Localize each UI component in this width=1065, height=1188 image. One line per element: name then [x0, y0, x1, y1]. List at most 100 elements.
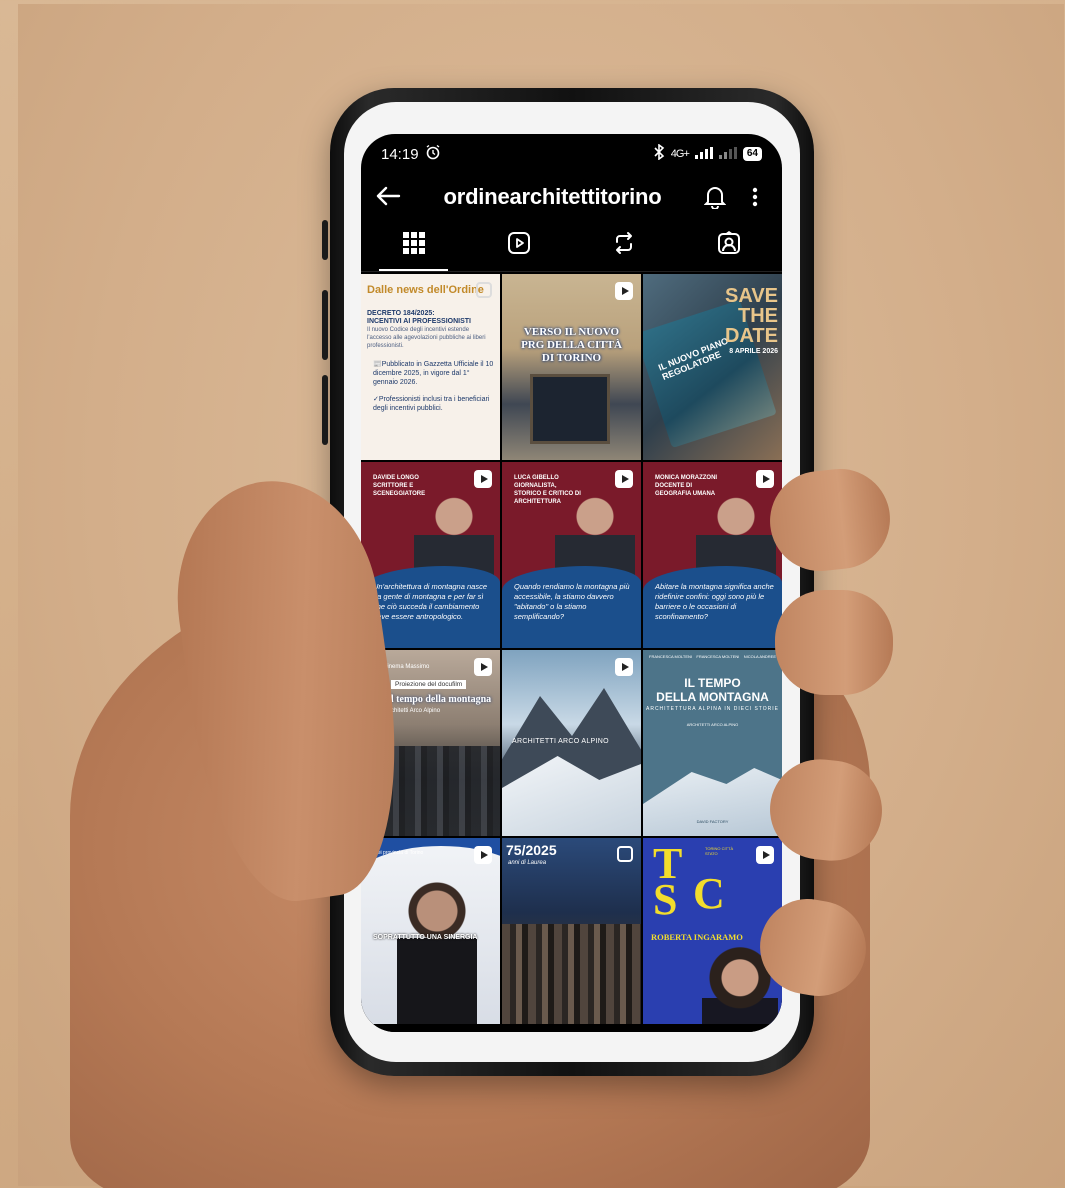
post-tile[interactable]: dei provincia di Torino SOPRATTUTTO UNA … [361, 838, 500, 1024]
venue-label: Cinema Massimo [383, 664, 430, 670]
film-subtitle: Architetti Arco Alpino [385, 708, 441, 714]
battery-indicator: 64 [742, 147, 762, 161]
speaker-name: Monica Morazzoni Docente di Geografia Um… [655, 474, 725, 498]
save-the-date: SAVE THE DATE [725, 286, 778, 346]
tagged-icon [717, 231, 741, 260]
tab-reels[interactable] [466, 220, 571, 271]
event-tag: Proiezione del docufilm [391, 680, 467, 689]
post-heading: Incentivi ai professionisti [367, 318, 471, 325]
status-bar: 14:19 4G+ 64 [361, 134, 782, 174]
credit-left: FRANCESCA MOLTENI [649, 654, 693, 659]
post-tile[interactable]: VERSO IL NUOVO PRG DELLA CITTÀ DI TORINO [502, 274, 641, 460]
credit-right: NICOLA ANDREE [743, 654, 776, 659]
poster-credits: FRANCESCA MOLTENI FRANCESCA MOLTENI NICO… [649, 654, 776, 659]
big-word: SAVE [725, 285, 778, 307]
repost-icon [612, 231, 636, 260]
reel-play-icon [615, 470, 633, 488]
alarm-icon [425, 144, 441, 164]
tab-reposts[interactable] [572, 220, 677, 271]
speaker-name: Davide Longo Scrittore e sceneggiatore [373, 474, 443, 498]
reel-play-icon [474, 470, 492, 488]
speaker-quote: Un'architettura di montagna nasce da gen… [373, 582, 487, 621]
more-vertical-icon[interactable] [742, 187, 768, 207]
post-item: ✓Professionisti inclusi tra i beneficiar… [373, 396, 490, 412]
post-top-text: dei provincia di Torino [375, 850, 424, 856]
logo-letters: T S [653, 842, 682, 922]
profile-tabs [361, 220, 782, 272]
anniversary-text: anni di Laurea [508, 860, 547, 866]
post-tile[interactable]: FRANCESCA MOLTENI FRANCESCA MOLTENI NICO… [643, 650, 782, 836]
big-word: THE [738, 305, 778, 327]
anniversary-year: 75/2025 [506, 842, 557, 858]
event-date: 8 APRILE 2026 [729, 348, 778, 355]
post-caption: SOPRATTUTTO UNA SINERGIA [373, 934, 478, 941]
post-item: 📰Pubblicato in Gazzetta Ufficiale il 10 … [373, 361, 494, 386]
post-tile[interactable]: Davide Longo Scrittore e sceneggiatore U… [361, 462, 500, 648]
speaker-name-text: Monica Morazzoni [655, 475, 718, 481]
status-time: 14:19 [381, 145, 419, 163]
reel-play-icon [756, 846, 774, 864]
building-door [530, 374, 610, 444]
logo-mini-text: TORINO CITTÀ STATO [705, 846, 734, 856]
tab-tagged[interactable] [677, 220, 782, 271]
film-title: Il tempo della montagna [387, 694, 492, 705]
speaker-role: Giornalista, storico e critico di archit… [514, 483, 581, 505]
carousel-icon [476, 282, 492, 298]
reel-play-icon [756, 470, 774, 488]
group-photo [502, 924, 641, 1024]
posts-grid: Dalle news dell'Ordine Decreto 184/2025:… [361, 272, 782, 1024]
tab-grid[interactable] [361, 220, 466, 271]
phone-volume-up [322, 290, 328, 360]
poster-title-line: IL TEMPO [684, 676, 741, 690]
reel-play-icon [615, 658, 633, 676]
credit-mid: FRANCESCA MOLTENI [696, 654, 740, 659]
poster-title: IL TEMPO DELLA MONTAGNA [643, 676, 782, 704]
post-tile[interactable]: Monica Morazzoni Docente di Geografia Um… [643, 462, 782, 648]
poster-subtitle: ARCHITETTURA ALPINA IN DIECI STORIE [646, 706, 779, 712]
logo-letter: C [693, 869, 725, 918]
poster-title-line: DELLA MONTAGNA [656, 690, 769, 704]
speaker-role: Scrittore e sceneggiatore [373, 483, 426, 497]
overlay-line: PRG DELLA CITTÀ [521, 339, 622, 351]
phone-volume-down [322, 375, 328, 445]
grid-icon [402, 232, 425, 259]
reel-play-icon [615, 282, 633, 300]
post-title: Dalle news dell'Ordine [367, 284, 484, 296]
reels-icon [507, 231, 531, 260]
bottom-strip [361, 1024, 782, 1032]
profile-username: ordinearchitettitorino [443, 184, 662, 209]
post-body: Il nuovo Codice degli incentivi estende … [367, 327, 486, 349]
overlay-label: ARCHITETTI ARCO ALPINO [512, 738, 609, 745]
phone-screen: 14:19 4G+ 64 ordinearchitettitorino Dall… [361, 134, 782, 1032]
speaker-photo [397, 878, 477, 1024]
poster-producer: ARCHITETTI ARCO ALPINO [686, 722, 739, 727]
speaker-name: Luca Gibello Giornalista, storico e crit… [514, 474, 584, 506]
speaker-name-text: Luca Gibello [514, 475, 559, 481]
bell-icon[interactable] [702, 185, 728, 209]
bluetooth-icon [653, 143, 665, 164]
speaker-name-text: Davide Longo [373, 475, 419, 481]
arrow-left-icon[interactable] [375, 182, 403, 213]
reel-play-icon [474, 658, 492, 676]
post-tile[interactable]: Dalle news dell'Ordine Decreto 184/2025:… [361, 274, 500, 460]
signal-icon [694, 146, 713, 163]
snow-slope [643, 768, 782, 836]
hand-finger [775, 590, 893, 695]
post-tile[interactable]: IL NUOVO PIANO REGOLATORE SAVE THE DATE … [643, 274, 782, 460]
network-label: 4G+ [670, 148, 690, 160]
overlay-line: VERSO IL NUOVO [523, 326, 620, 338]
speaker-quote: Abitare la montagna significa anche ride… [655, 582, 774, 621]
speaker-quote: Quando rendiamo la montagna più accessib… [514, 582, 630, 621]
poster-footer: DAVID FACTORY [696, 819, 729, 824]
signal-weak-icon [718, 146, 737, 163]
carousel-icon [617, 846, 633, 862]
phone-side-button [322, 220, 328, 260]
post-tile[interactable]: Luca Gibello Giornalista, storico e crit… [502, 462, 641, 648]
post-heading: Decreto 184/2025: [367, 310, 435, 317]
post-tile[interactable]: 75/2025 anni di Laurea [502, 838, 641, 1024]
post-tile[interactable]: T S C TORINO CITTÀ STATO ROBERTA INGARAM… [643, 838, 782, 1024]
post-overlay-text: VERSO IL NUOVO PRG DELLA CITTÀ DI TORINO [502, 326, 641, 365]
big-word: DATE [725, 325, 778, 347]
post-tile[interactable]: ARCHITETTI ARCO ALPINO [502, 650, 641, 836]
overlay-line: DI TORINO [541, 352, 602, 364]
